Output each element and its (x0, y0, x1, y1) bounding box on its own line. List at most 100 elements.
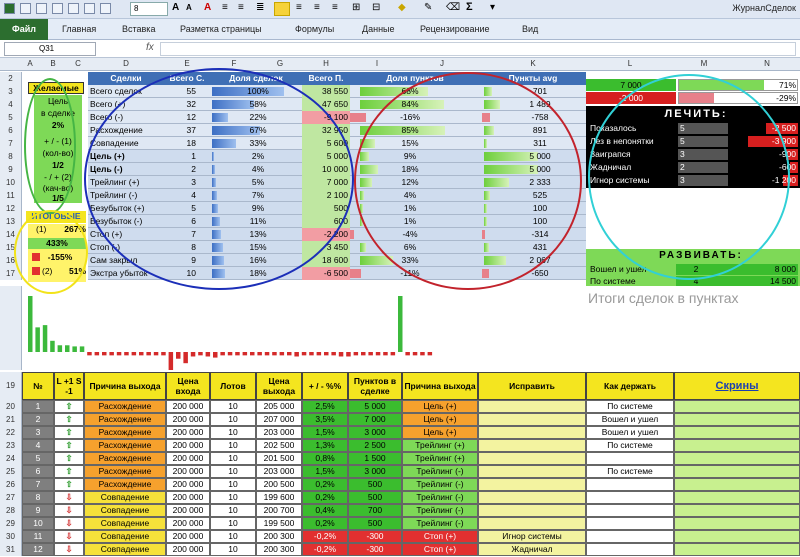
row-header[interactable]: 29 (0, 517, 22, 530)
row-header[interactable]: 30 (0, 530, 22, 543)
chart-icon[interactable] (84, 3, 95, 14)
align-left-icon[interactable]: ≡ (296, 2, 302, 13)
col-header[interactable]: M (674, 59, 734, 68)
journal-cell-fix[interactable] (478, 491, 586, 504)
row-header[interactable]: 24 (0, 452, 22, 465)
journal-cell-screens[interactable] (674, 478, 800, 491)
autosum-icon[interactable]: Σ (466, 1, 473, 13)
row-header[interactable]: 5 (0, 111, 22, 124)
col-header[interactable]: F (210, 59, 258, 68)
shrink-font-icon[interactable]: A (186, 3, 192, 12)
row-header[interactable]: 17 (0, 267, 22, 280)
row-header[interactable]: 23 (0, 439, 22, 452)
journal-cell-screens[interactable] (674, 426, 800, 439)
customize-toolbar-icon[interactable]: ▾ (490, 2, 495, 13)
journal-cell-screens[interactable] (674, 491, 800, 504)
row-header[interactable]: 9 (0, 163, 22, 176)
decrease-indent-icon[interactable]: ≡ (222, 2, 228, 13)
journal-cell-fix[interactable] (478, 465, 586, 478)
journal-cell-screens[interactable] (674, 439, 800, 452)
row-header[interactable] (0, 286, 22, 370)
row-header[interactable]: 4 (0, 98, 22, 111)
tab-data[interactable]: Данные (362, 24, 395, 34)
row-header[interactable]: 7 (0, 137, 22, 150)
journal-header-11[interactable]: Скрины (674, 372, 800, 400)
table-icon[interactable] (100, 3, 111, 14)
row-header[interactable]: 8 (0, 150, 22, 163)
clear-icon[interactable]: ⌫ (446, 2, 460, 13)
journal-cell-screens[interactable] (674, 465, 800, 478)
journal-cell-hold[interactable] (586, 478, 674, 491)
journal-cell-fix[interactable] (478, 478, 586, 491)
row-header[interactable]: 16 (0, 254, 22, 267)
journal-cell-hold[interactable] (586, 530, 674, 543)
journal-cell-hold[interactable] (586, 491, 674, 504)
journal-cell-hold[interactable]: По системе (586, 400, 674, 413)
journal-cell-screens[interactable] (674, 452, 800, 465)
col-header[interactable]: H (302, 59, 350, 68)
col-header[interactable]: G (258, 59, 302, 68)
tab-review[interactable]: Рецензирование (420, 24, 490, 34)
tab-page-layout[interactable]: Разметка страницы (180, 24, 262, 34)
row-header[interactable]: 14 (0, 228, 22, 241)
row-header[interactable]: 26 (0, 478, 22, 491)
journal-cell-hold[interactable]: По системе (586, 465, 674, 478)
save-icon[interactable] (20, 3, 31, 14)
journal-cell-hold[interactable] (586, 543, 674, 556)
print-icon[interactable] (68, 3, 79, 14)
row-header[interactable]: 10 (0, 176, 22, 189)
col-header[interactable]: K (480, 59, 586, 68)
name-box[interactable]: Q31 (4, 42, 96, 56)
journal-cell-fix[interactable] (478, 517, 586, 530)
tab-home[interactable]: Главная (62, 24, 96, 34)
journal-cell-fix[interactable]: Жадничал (478, 543, 586, 556)
col-header[interactable]: A (22, 59, 38, 68)
journal-cell-screens[interactable] (674, 504, 800, 517)
align-highlight-icon[interactable] (274, 2, 290, 16)
row-header[interactable]: 6 (0, 124, 22, 137)
row-header[interactable]: 3 (0, 85, 22, 98)
align-center-icon[interactable]: ≡ (314, 2, 320, 13)
journal-cell-hold[interactable] (586, 452, 674, 465)
journal-cell-fix[interactable] (478, 413, 586, 426)
format-painter-icon[interactable]: ✎ (424, 2, 432, 13)
journal-cell-screens[interactable] (674, 413, 800, 426)
journal-cell-screens[interactable] (674, 543, 800, 556)
journal-cell-hold[interactable] (586, 517, 674, 530)
row-header[interactable]: 12 (0, 202, 22, 215)
row-header[interactable]: 31 (0, 543, 22, 556)
journal-cell-fix[interactable] (478, 426, 586, 439)
journal-cell-fix[interactable] (478, 400, 586, 413)
tab-view[interactable]: Вид (522, 24, 538, 34)
col-header[interactable]: N (734, 59, 800, 68)
align-right-icon[interactable]: ≡ (332, 2, 338, 13)
col-header[interactable]: B (38, 59, 68, 68)
wrap-icon[interactable]: ⊞ (352, 2, 360, 13)
journal-cell-hold[interactable]: Вошел и ушел (586, 413, 674, 426)
journal-cell-hold[interactable] (586, 504, 674, 517)
journal-cell-screens[interactable] (674, 530, 800, 543)
col-header[interactable]: E (164, 59, 210, 68)
col-header[interactable]: D (88, 59, 164, 68)
journal-cell-fix[interactable]: Игнор системы (478, 530, 586, 543)
tab-insert[interactable]: Вставка (122, 24, 155, 34)
journal-cell-screens[interactable] (674, 400, 800, 413)
col-header[interactable]: J (404, 59, 480, 68)
row-header[interactable]: 11 (0, 189, 22, 202)
journal-cell-hold[interactable]: По системе (586, 439, 674, 452)
fill-color-icon[interactable]: ◆ (398, 2, 406, 13)
col-header[interactable]: L (586, 59, 674, 68)
row-header[interactable]: 20 (0, 400, 22, 413)
formula-input[interactable] (160, 42, 796, 56)
undo-icon[interactable] (36, 3, 47, 14)
journal-cell-fix[interactable] (478, 439, 586, 452)
row-header[interactable]: 21 (0, 413, 22, 426)
row-header[interactable]: 15 (0, 241, 22, 254)
journal-cell-fix[interactable] (478, 504, 586, 517)
merge-icon[interactable]: ⊟ (372, 2, 380, 13)
redo-icon[interactable] (52, 3, 63, 14)
journal-cell-fix[interactable] (478, 452, 586, 465)
row-header[interactable]: 22 (0, 426, 22, 439)
journal-cell-hold[interactable]: Вошел и ушел (586, 426, 674, 439)
row-header[interactable]: 2 (0, 72, 22, 85)
